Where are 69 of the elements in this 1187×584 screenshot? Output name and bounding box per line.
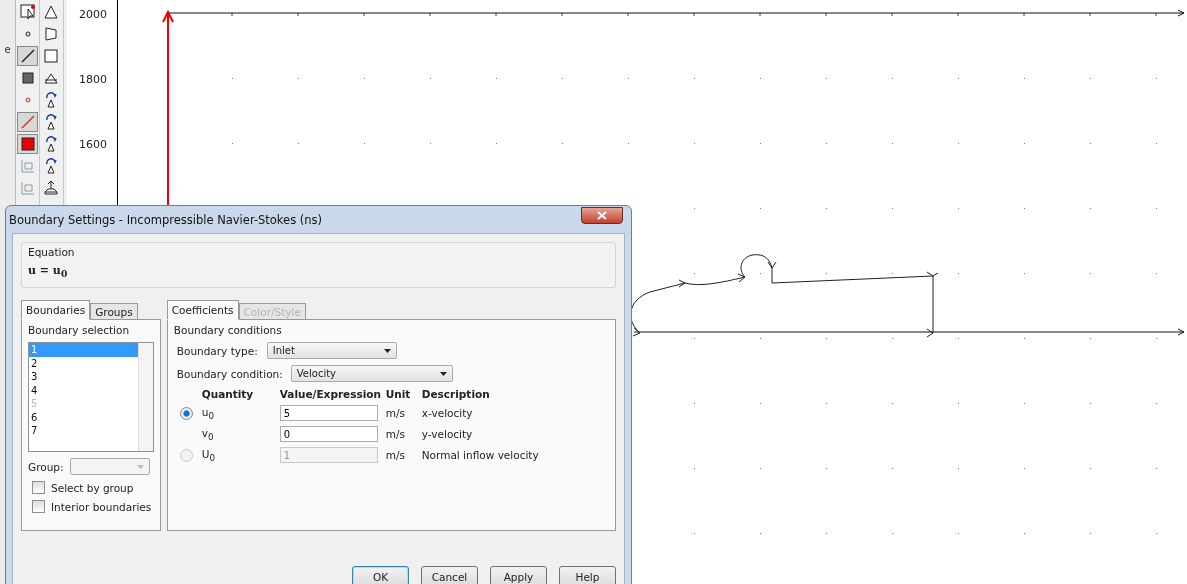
axis-tick-label: 1800 — [79, 72, 107, 88]
quantity-symbol: U$_{0}$ — [201, 447, 217, 463]
triangle-icon — [43, 4, 60, 20]
dialog-button[interactable]: Cancel — [421, 566, 478, 584]
revolve-icon — [43, 158, 60, 174]
dialog-title: Boundary Settings - Incompressible Navier-Stokes (ns) — [9, 212, 323, 227]
trapezoid-icon — [43, 26, 60, 42]
square-icon — [43, 48, 60, 64]
pointer-icon — [19, 4, 36, 20]
dialog-button[interactable]: Help — [559, 566, 616, 584]
description-text: y-velocity — [421, 428, 474, 441]
group-label: Boundary conditions — [173, 324, 283, 337]
panel-text: e — [4, 44, 11, 55]
revolve-icon — [43, 92, 60, 108]
close-icon — [597, 211, 607, 220]
line-icon — [19, 48, 36, 64]
field-label: Group: — [28, 460, 64, 473]
equation-text: u = u$_{0}$ — [28, 264, 69, 280]
select-field[interactable]: Velocity — [290, 365, 453, 383]
radio-button[interactable] — [179, 406, 193, 420]
unit-label: m/s — [385, 407, 406, 420]
list-item[interactable]: 7 — [29, 424, 138, 438]
column-header: Value/Expression — [279, 388, 382, 401]
axis-tick-label: 1600 — [79, 137, 107, 153]
value-field[interactable]: 5 — [279, 405, 378, 422]
description-text: Normal inflow velocity — [421, 449, 540, 462]
caret-icon — [383, 348, 391, 353]
unit-label: m/s — [385, 428, 406, 441]
list-item[interactable]: 6 — [29, 410, 138, 425]
list-item[interactable]: 3 — [29, 370, 138, 384]
axis-tick-label: 2000 — [79, 7, 107, 23]
list-item[interactable]: 2 — [29, 356, 138, 371]
extrude-icon — [43, 180, 60, 196]
grid-icon — [19, 158, 36, 174]
quantity-symbol: u$_{0}$ — [201, 405, 215, 421]
checkbox[interactable] — [32, 481, 45, 495]
tab[interactable]: Boundaries — [21, 300, 91, 321]
line-icon — [19, 114, 36, 130]
dialog-button[interactable]: OK — [352, 566, 409, 584]
field-label: Boundary condition: — [176, 367, 283, 380]
tool-button[interactable] — [17, 46, 39, 66]
column-header: Description — [421, 388, 491, 401]
square-icon — [19, 136, 36, 152]
field-label: Boundary type: — [176, 344, 259, 357]
square-icon — [19, 70, 36, 86]
caret-icon — [136, 464, 144, 469]
unit-label: m/s — [385, 449, 406, 462]
description-text: x-velocity — [421, 407, 474, 420]
revolve-icon — [43, 114, 60, 130]
value-field[interactable]: 0 — [279, 426, 378, 443]
tool-button[interactable] — [17, 134, 39, 154]
dialog-button[interactable]: Apply — [490, 566, 547, 584]
checkbox-label: Interior boundaries — [51, 500, 152, 513]
group-label: Boundary selection — [28, 324, 131, 337]
column-header: Quantity — [201, 388, 255, 401]
tab[interactable]: Coefficients — [166, 300, 239, 321]
revolve-icon — [43, 136, 60, 152]
caret-icon — [439, 371, 447, 376]
quantity-symbol: v$_{0}$ — [201, 426, 215, 442]
checkbox[interactable] — [32, 500, 45, 514]
select-field[interactable]: Inlet — [266, 342, 397, 360]
grid-icon — [19, 180, 36, 196]
tab[interactable]: Groups — [90, 303, 138, 321]
group-label: Equation — [28, 246, 76, 258]
checkbox-label: Select by group — [51, 481, 134, 494]
column-header: Unit — [385, 388, 412, 401]
list-item[interactable]: 4 — [29, 383, 138, 398]
scrollbar[interactable] — [137, 343, 153, 452]
close-button[interactable] — [581, 207, 623, 224]
